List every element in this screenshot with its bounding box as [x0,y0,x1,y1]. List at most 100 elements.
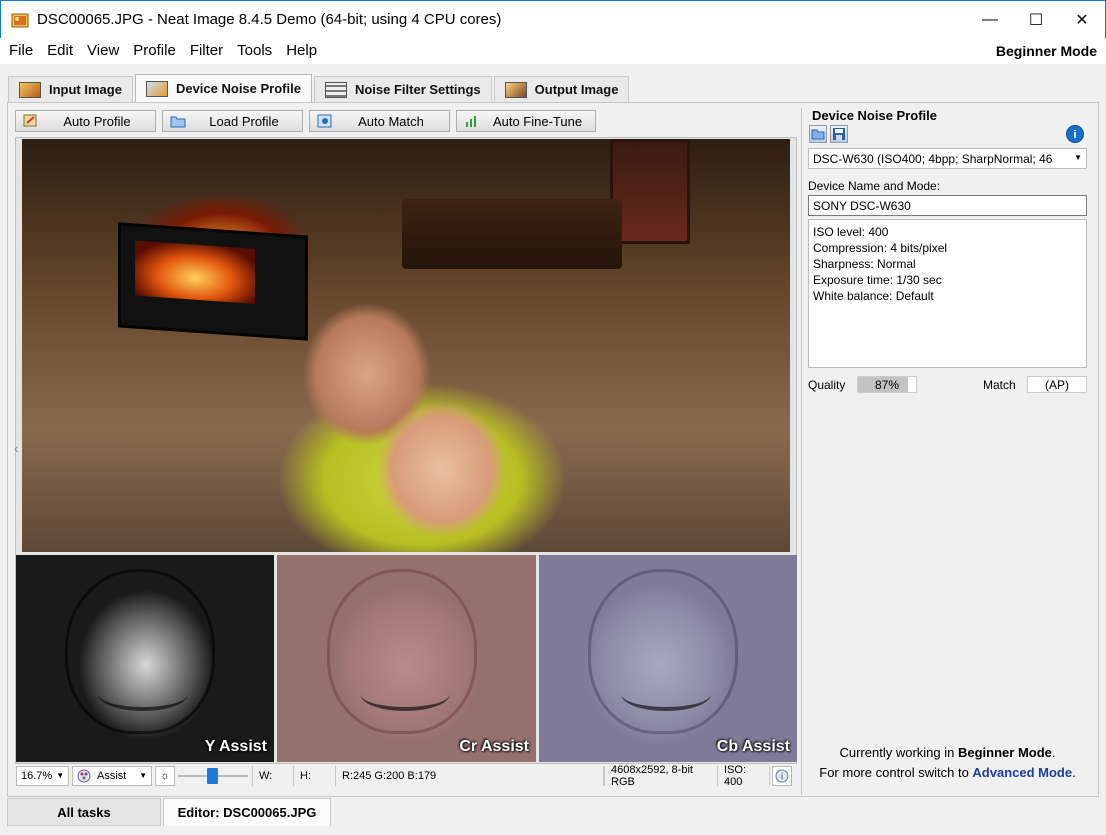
brightness-slider[interactable] [178,766,248,786]
tab-label: Output Image [534,82,619,97]
face-outline [588,568,738,734]
menu-tools[interactable]: Tools [230,38,279,64]
footer-text: . [1072,765,1076,780]
window-title: DSC00065.JPG - Neat Image 8.4.5 Demo (64… [37,11,502,28]
app-icon [11,11,29,29]
zoom-value: 16.7% [21,769,53,782]
auto-match-button[interactable]: Auto Match [309,110,450,132]
viewer-status-bar: 16.7% ▼ Assist ▼ ☼ W: H: R:245 G:200 B:179… [16,764,797,788]
photo-tv [118,222,308,341]
panel-title: Device Noise Profile [812,108,937,123]
input-image-icon [19,81,41,98]
cb-assist-preview[interactable]: Cb Assist [539,555,797,762]
quality-row: Quality 87% Match (AP) [808,376,1087,394]
detail-sharpness: Sharpness: Normal [813,257,916,271]
rgb-readout: R:245 G:200 B:179 [336,765,604,786]
menu-file[interactable]: File [0,38,40,64]
info-icon: i [775,769,789,782]
cr-assist-preview[interactable]: Cr Assist [277,555,536,762]
width-readout: W: [252,765,294,786]
quality-meter: 87% [857,376,917,393]
mode-footer-line1: Currently working in Beginner Mode. [802,743,1093,763]
filter-settings-icon [324,81,347,98]
auto-match-icon [317,114,332,128]
y-assist-preview[interactable]: Y Assist [16,555,274,762]
image-info: 4608x2592, 8-bit RGB [604,764,718,788]
tab-label: Input Image [49,82,122,97]
footer-mode: Beginner Mode [957,745,1052,760]
footer-text: Currently working in [839,745,958,760]
quality-value: 87% [874,378,900,392]
chevron-down-icon: ▼ [56,771,65,780]
tab-all-tasks[interactable]: All tasks [7,798,161,826]
face-outline [65,568,215,734]
tab-output-image[interactable]: Output Image [493,76,630,102]
y-assist-label: Y Assist [204,738,267,755]
photo-shelf [402,199,622,269]
auto-fine-tune-button[interactable]: Auto Fine-Tune [456,110,596,132]
maximize-button[interactable]: ☐ [1013,1,1059,39]
profile-details: ISO level: 400 Compression: 4 bits/pixel… [808,219,1087,368]
footer-text: For more control switch to [819,765,973,780]
task-tabs: All tasks Editor: DSC00065.JPG [7,798,1099,828]
tab-editor[interactable]: Editor: DSC00065.JPG [163,798,331,826]
minimize-button[interactable]: — [967,1,1013,39]
device-name-label: Device Name and Mode: [808,179,941,193]
folder-open-icon [170,116,186,128]
tab-label: Noise Filter Settings [354,82,481,97]
device-name-field[interactable]: SONY DSC-W630 [808,195,1087,216]
mode-footer: Currently working in Beginner Mode. For … [802,743,1093,783]
output-image-icon [504,81,527,98]
profile-select-value: DSC-W630 (ISO400; 4bpp; SharpNormal; 46 [813,152,1053,166]
menu-filter[interactable]: Filter [183,38,230,64]
face-outline [326,568,477,734]
cr-assist-label: Cr Assist [459,738,529,755]
menu-help[interactable]: Help [279,38,324,64]
folder-open-icon [811,129,825,140]
device-profile-icon [145,80,168,97]
title-bar: DSC00065.JPG - Neat Image 8.4.5 Demo (64… [0,0,1106,38]
mode-indicator[interactable]: Beginner Mode [996,38,1097,64]
load-profile-button[interactable]: Load Profile [162,110,303,132]
photo-painting [610,139,690,244]
close-button[interactable]: ✕ [1059,1,1105,39]
sun-icon: ☼ [159,769,171,782]
menu-view[interactable]: View [80,38,126,64]
tab-device-noise-profile[interactable]: Device Noise Profile [134,74,312,102]
profile-toolbar: Auto Profile Load Profile Auto Match Aut… [15,110,602,132]
detail-compression: Compression: 4 bits/pixel [813,241,948,255]
match-value: (AP) [1027,376,1087,393]
match-label: Match [983,378,1016,392]
auto-profile-icon [23,114,37,127]
fine-tune-icon [466,116,476,127]
iso-readout: ISO: 400 [718,764,770,788]
svg-text:i: i [781,772,784,782]
save-profile-button[interactable] [830,125,848,143]
open-profile-button[interactable] [809,125,827,143]
profile-select[interactable]: DSC-W630 (ISO400; 4bpp; SharpNormal; 46 … [808,148,1087,169]
slider-thumb[interactable] [207,767,218,784]
quality-label: Quality [808,378,846,392]
save-icon [833,128,845,140]
main-tabs: Input Image Device Noise Profile Noise F… [8,74,631,102]
view-mode-dropdown[interactable]: Assist ▼ [72,765,152,786]
footer-text: . [1051,745,1056,760]
cb-assist-label: Cb Assist [716,738,790,755]
zoom-dropdown[interactable]: 16.7% ▼ [16,765,69,786]
view-mode-value: Assist [97,769,127,782]
info-icon[interactable]: i [1066,125,1084,143]
detail-white-balance: White balance: Default [813,289,934,303]
advanced-mode-link[interactable]: Advanced Mode [972,765,1072,780]
menu-edit[interactable]: Edit [40,38,80,64]
tab-noise-filter-settings[interactable]: Noise Filter Settings [313,76,492,102]
main-image-preview[interactable] [22,139,790,552]
tab-input-image[interactable]: Input Image [8,76,133,102]
palette-icon [77,769,91,782]
detail-exposure: Exposure time: 1/30 sec [813,273,942,287]
brightness-button[interactable]: ☼ [155,765,175,786]
menu-profile[interactable]: Profile [126,38,183,64]
device-profile-panel: Device Noise Profile i DSC-W630 (ISO400;… [801,108,1092,795]
mode-footer-line2: For more control switch to Advanced Mode… [802,763,1093,783]
auto-profile-button[interactable]: Auto Profile [15,110,156,132]
info-button[interactable]: i [772,765,792,786]
